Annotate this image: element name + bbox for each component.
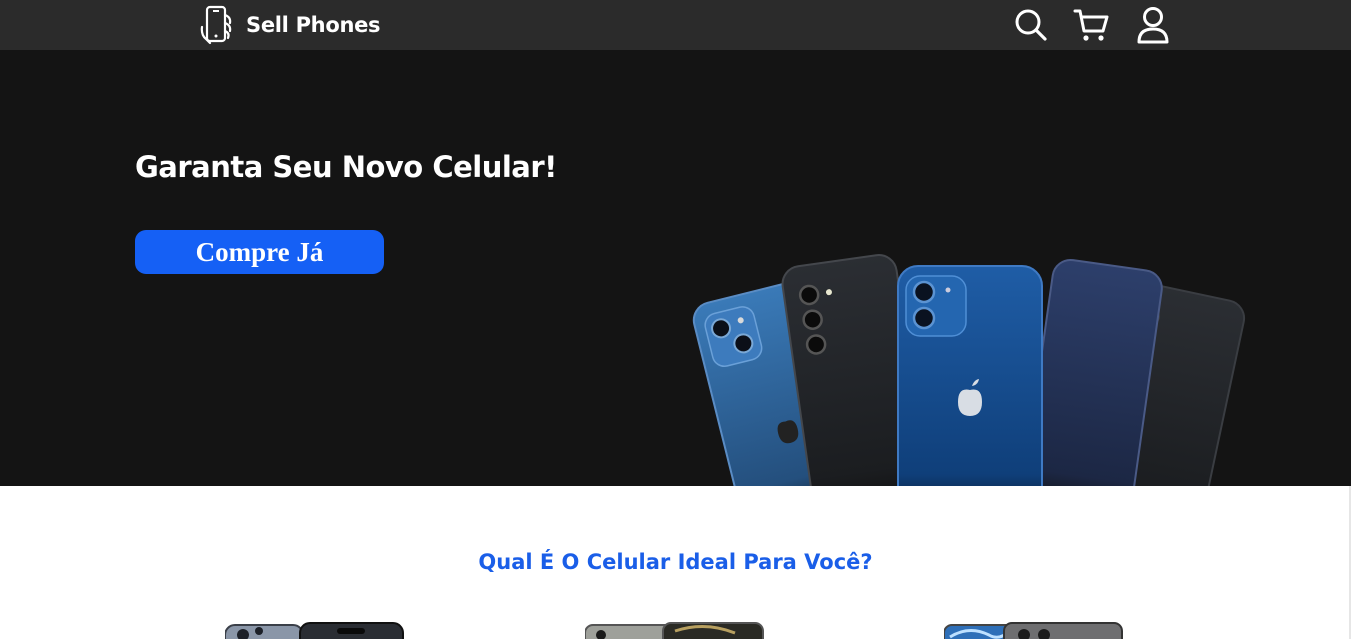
hero-banner: Garanta Seu Novo Celular! Compre Já bbox=[0, 50, 1351, 486]
section-title: Qual É O Celular Ideal Para Você? bbox=[478, 550, 873, 574]
phone-hand-icon bbox=[200, 5, 232, 45]
nav-icons bbox=[1012, 6, 1172, 44]
iphone-15-pro-image[interactable] bbox=[225, 621, 405, 639]
navbar: Sell Phones bbox=[0, 0, 1351, 50]
cart-icon[interactable] bbox=[1072, 6, 1110, 44]
motorola-phone-image[interactable] bbox=[944, 621, 1124, 639]
search-icon[interactable] bbox=[1012, 6, 1050, 44]
phones-showcase-image bbox=[692, 254, 1246, 486]
user-icon[interactable] bbox=[1134, 6, 1172, 44]
samsung-galaxy-image[interactable] bbox=[585, 621, 765, 639]
brand-name: Sell Phones bbox=[246, 13, 381, 37]
logo[interactable]: Sell Phones bbox=[200, 5, 381, 45]
hero-title: Garanta Seu Novo Celular! bbox=[135, 150, 557, 184]
buy-now-button[interactable]: Compre Já bbox=[135, 230, 384, 274]
